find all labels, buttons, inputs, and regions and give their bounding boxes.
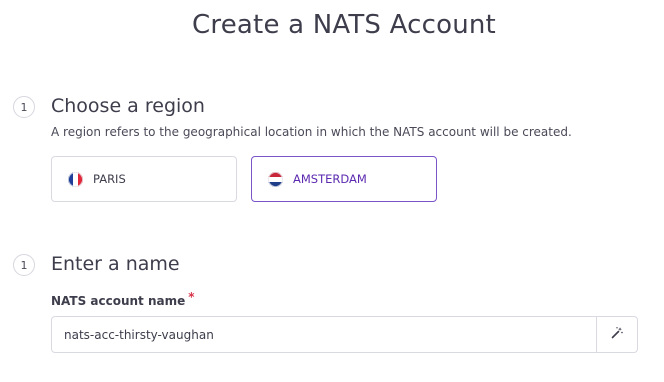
enter-name-heading: Enter a name — [51, 253, 180, 275]
choose-region-heading: Choose a region — [51, 95, 205, 117]
required-marker: * — [188, 290, 195, 304]
account-name-label-text: NATS account name — [51, 294, 186, 308]
page-title: Create a NATS Account — [192, 10, 496, 40]
flag-netherlands-icon — [268, 171, 283, 187]
account-name-label: NATS account name * — [51, 290, 195, 308]
region-description: A region refers to the geographical loca… — [51, 125, 572, 139]
region-option-amsterdam[interactable]: AMSTERDAM — [251, 156, 437, 202]
region-label-paris: PARIS — [93, 172, 126, 186]
account-name-input[interactable] — [52, 317, 596, 352]
step-number-badge: 1 — [13, 96, 35, 118]
flag-france-icon — [68, 171, 83, 187]
magic-wand-icon — [610, 325, 624, 344]
step-number-badge: 1 — [13, 254, 35, 276]
region-option-paris[interactable]: PARIS — [51, 156, 237, 202]
create-nats-account-page: Create a NATS Account 1 Choose a region … — [0, 0, 664, 382]
generate-name-button[interactable] — [596, 317, 637, 352]
account-name-field — [51, 316, 638, 353]
region-label-amsterdam: AMSTERDAM — [293, 172, 367, 186]
